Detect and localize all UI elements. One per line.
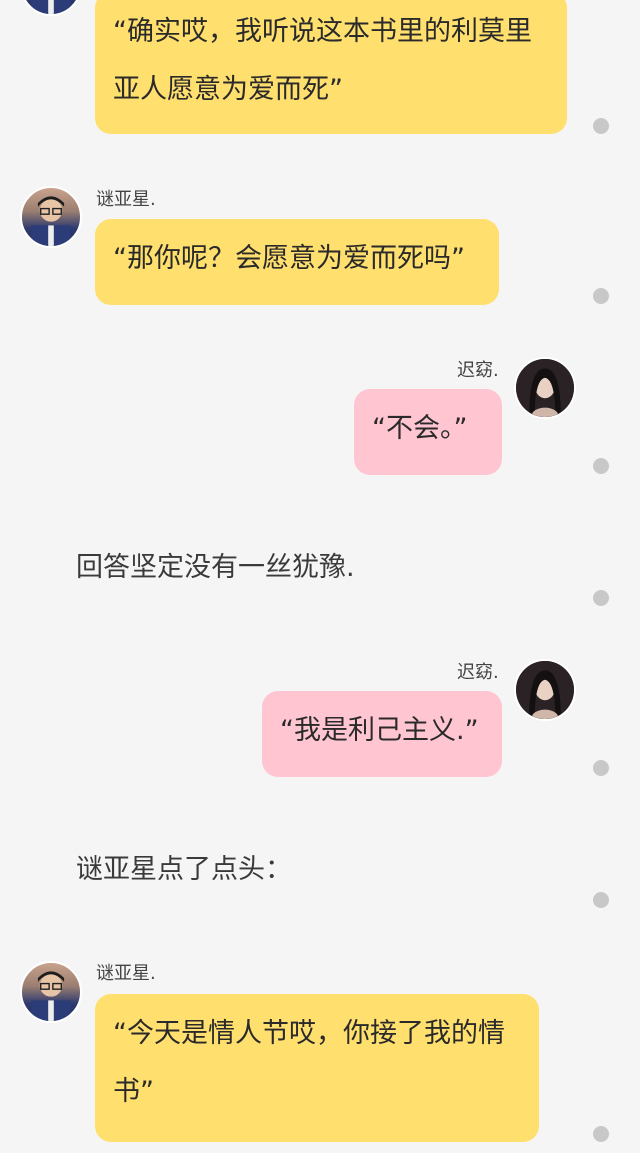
avatar-male-icon[interactable] xyxy=(20,961,82,1023)
message-bubble[interactable]: “不会。” xyxy=(354,389,502,475)
message-bubble[interactable]: “我是利己主义.” xyxy=(262,691,502,777)
narration-text: 回答坚定没有一丝犹豫. xyxy=(76,552,355,583)
dot-icon xyxy=(593,760,609,776)
dot-icon xyxy=(593,590,609,606)
dot-icon xyxy=(593,892,609,908)
sender-name: 谜亚星. xyxy=(96,963,156,984)
avatar-male-icon[interactable] xyxy=(20,186,82,248)
message-bubble[interactable]: “今天是情人节哎，你接了我的情书” xyxy=(95,994,539,1142)
dot-icon xyxy=(593,288,609,304)
sender-name: 迟窈. xyxy=(457,360,499,381)
dot-icon xyxy=(593,458,609,474)
message-bubble[interactable]: “确实哎，我听说这本书里的利莫里亚人愿意为爱而死” xyxy=(95,0,567,134)
avatar-female-icon[interactable] xyxy=(514,659,576,721)
message-bubble[interactable]: “那你呢？会愿意为爱而死吗” xyxy=(95,219,499,305)
sender-name: 迟窈. xyxy=(457,662,499,683)
narration-text: 谜亚星点了点头： xyxy=(76,854,292,885)
sender-name: 谜亚星. xyxy=(96,189,156,210)
avatar-female-icon[interactable] xyxy=(514,357,576,419)
dot-icon xyxy=(593,118,609,134)
avatar-male-icon[interactable] xyxy=(20,0,82,16)
dot-icon xyxy=(593,1126,609,1142)
